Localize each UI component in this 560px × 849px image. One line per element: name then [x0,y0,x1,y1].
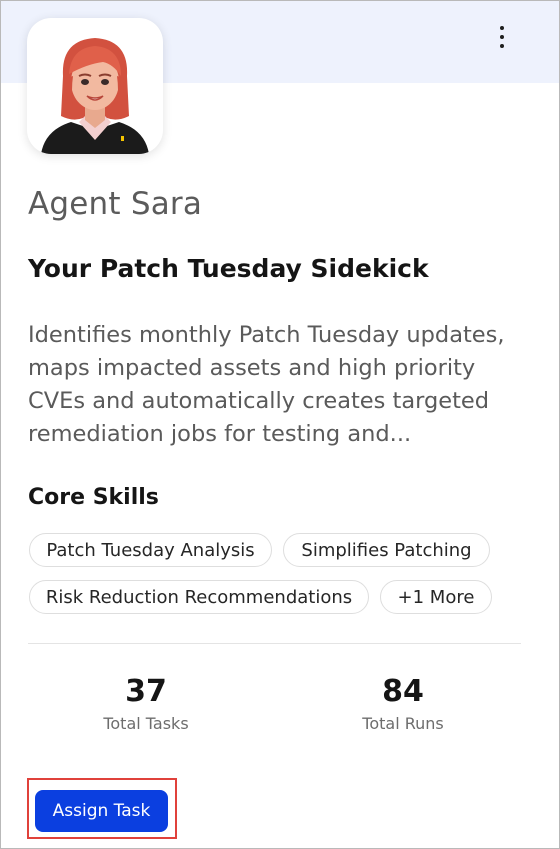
more-skills-chip[interactable]: +1 More [380,580,492,614]
agent-description: Identifies monthly Patch Tuesday updates… [28,322,505,447]
more-options-icon[interactable] [487,21,517,53]
skill-chip: Risk Reduction Recommendations [29,580,369,614]
assign-task-button[interactable]: Assign Task [35,790,168,832]
divider [28,643,521,644]
stat-total-tasks: 37 Total Tasks [66,674,226,733]
agent-avatar-illustration [41,38,149,154]
stat-label: Total Tasks [103,714,189,733]
agent-name: Agent Sara [28,186,203,222]
agent-card: Agent Sara Your Patch Tuesday Sidekick I… [0,0,560,849]
stat-value: 37 [125,674,167,709]
agent-avatar [27,18,163,154]
stat-label: Total Runs [362,714,444,733]
stat-total-runs: 84 Total Runs [323,674,483,733]
core-skills-title: Core Skills [28,485,159,510]
skill-chip: Simplifies Patching [283,533,490,567]
agent-tagline: Your Patch Tuesday Sidekick [28,254,429,283]
skill-chip: Patch Tuesday Analysis [29,533,272,567]
stat-value: 84 [382,674,424,709]
